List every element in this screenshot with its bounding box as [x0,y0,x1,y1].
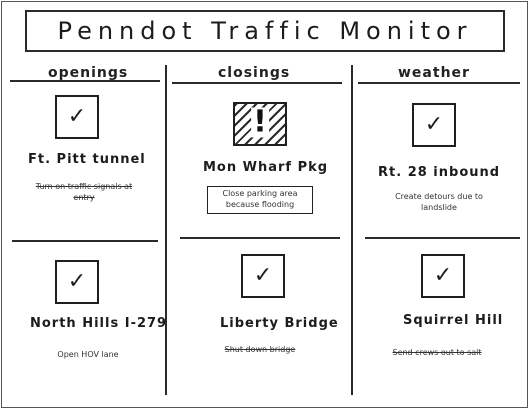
closings-header-underline [172,82,342,84]
check-icon: ✓ [67,269,87,294]
card-note-north-hills-i279: Open HOV lane [57,350,119,359]
liberty-bridge-checkbox[interactable]: ✓ [241,254,285,298]
column-header-closings: closings [218,65,291,81]
row-divider-weather [365,237,520,239]
mon-wharf-warning-box[interactable]: ! [233,102,287,146]
page-title: Penndot Traffic Monitor [57,17,473,45]
check-icon: ✓ [433,263,453,288]
north-hills-i279-checkbox[interactable]: ✓ [55,260,99,304]
card-label-rt-28-inbound: Rt. 28 inbound [378,165,501,180]
column-header-openings: openings [48,65,129,81]
weather-header-underline [358,82,520,84]
warning-hatched-icon: ! [251,104,269,140]
card-label-north-hills-i279: North Hills I-279 [30,316,168,331]
row-divider-openings [12,240,158,242]
check-icon: ✓ [253,263,273,288]
title-banner: Penndot Traffic Monitor [25,10,505,52]
openings-header-underline [10,80,160,82]
ft-pitt-tunnel-checkbox[interactable]: ✓ [55,95,99,139]
squirrel-hill-checkbox[interactable]: ✓ [421,254,465,298]
column-divider-left [165,65,167,395]
row-divider-closings [180,237,340,239]
card-note-rt-28-inbound: Create detours due to landslide [395,192,483,212]
card-label-squirrel-hill: Squirrel Hill [403,313,504,328]
card-note-ft-pitt-tunnel: Turn on traffic signals at entry [35,182,133,202]
card-label-mon-wharf-pkg: Mon Wharf Pkg [203,160,329,175]
check-icon: ✓ [67,104,87,129]
card-note-liberty-bridge: Shut down bridge [224,345,296,354]
rt-28-inbound-checkbox[interactable]: ✓ [412,103,456,147]
column-header-weather: weather [398,65,470,81]
card-note-mon-wharf-pkg: Close parking area because flooding [207,186,313,214]
column-divider-right [351,65,353,395]
check-icon: ✓ [424,112,444,137]
card-label-liberty-bridge: Liberty Bridge [220,316,339,331]
card-note-squirrel-hill: Send crews out to salt [392,348,482,357]
card-label-ft-pitt-tunnel: Ft. Pitt tunnel [28,152,146,167]
